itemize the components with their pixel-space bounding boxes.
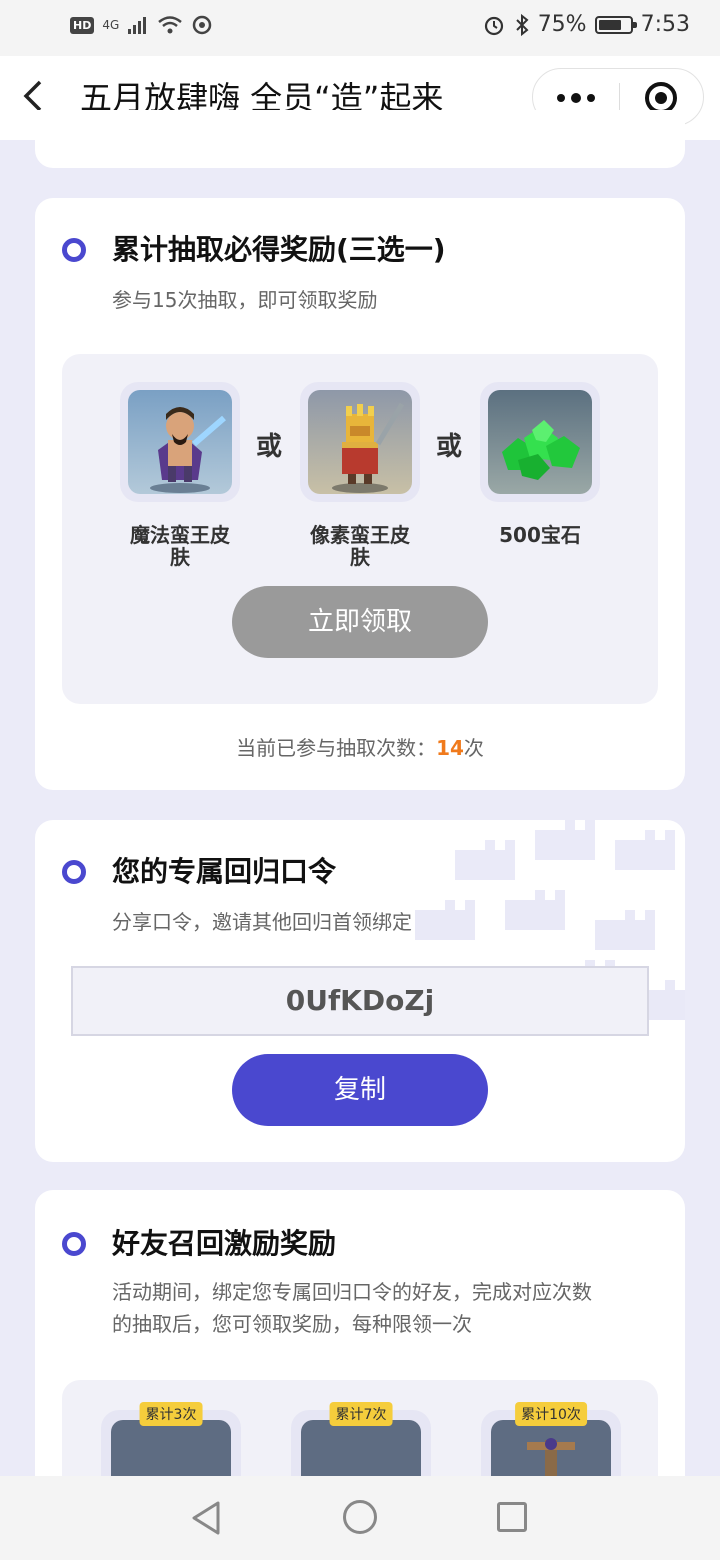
hd-icon: HD — [70, 16, 95, 34]
previous-card-bottom — [35, 110, 685, 168]
wifi-icon — [158, 16, 183, 34]
reward-label: 500宝石 — [499, 523, 581, 547]
battery-icon — [594, 15, 637, 34]
section-title: 累计抽取必得奖励(三选一) — [112, 233, 446, 266]
section-title: 您的专属回归口令 — [112, 855, 337, 888]
or-separator: 或 — [256, 432, 283, 462]
cumulative-draw-card: 累计抽取必得奖励(三选一) 参与15次抽取，即可领取奖励 魔法蛮王皮 肤 或 像… — [35, 198, 685, 790]
sync-icon — [193, 15, 212, 35]
reward-image-frame — [480, 382, 600, 502]
draw-count-value: 14 — [436, 736, 464, 760]
section-dot-icon — [62, 1232, 86, 1256]
return-code-field[interactable]: 0UfKDoZj — [71, 966, 649, 1036]
tier-tag: 累计7次 — [329, 1402, 393, 1426]
section-dot-icon — [62, 238, 86, 262]
tier-tag: 累计3次 — [139, 1402, 203, 1426]
claim-button[interactable]: 立即领取 — [232, 586, 488, 658]
reward-image-frame — [300, 382, 420, 502]
draw-count-suffix: 次 — [463, 736, 484, 760]
reward-panel: 魔法蛮王皮 肤 或 像素蛮王皮 肤 或 500宝石 立即领取 — [62, 354, 658, 704]
section-subtitle: 分享口令，邀请其他回归首领绑定 — [112, 910, 412, 934]
bluetooth-icon — [515, 13, 529, 36]
alarm-icon — [484, 16, 503, 35]
status-right: 75% 7:53 — [482, 12, 690, 37]
reward-option-pixel-king[interactable]: 像素蛮王皮 肤 — [300, 382, 420, 568]
return-code-card: 您的专属回归口令 分享口令，邀请其他回归首领绑定 0UfKDoZj 复制 — [35, 820, 685, 1162]
reward-label: 像素蛮王皮 肤 — [310, 523, 410, 569]
reward-option-gems[interactable]: 500宝石 — [480, 382, 600, 546]
nav-home-icon[interactable] — [343, 1500, 377, 1534]
battery-percent: 75% — [537, 12, 587, 37]
reward-label: 魔法蛮王皮 肤 — [130, 523, 230, 569]
gems-image — [488, 390, 592, 494]
clock-time: 7:53 — [640, 12, 690, 37]
draw-count-prefix: 当前已参与抽取次数： — [236, 736, 437, 760]
section-description-line2: 的抽取后，您可领取奖励，每种限领一次 — [112, 1312, 472, 1336]
reward-image-frame — [120, 382, 240, 502]
pixel-king-skin-image — [308, 390, 412, 494]
or-separator: 或 — [436, 432, 463, 462]
section-subtitle: 参与15次抽取，即可领取奖励 — [112, 288, 378, 312]
draw-count-line: 当前已参与抽取次数：14次 — [35, 732, 685, 761]
section-dot-icon — [62, 860, 86, 884]
signal-icon — [128, 17, 147, 34]
nav-recent-apps-icon[interactable] — [497, 1502, 527, 1532]
magic-king-skin-image — [128, 390, 232, 494]
status-left: HD 4G — [70, 14, 213, 36]
system-navigation-bar — [0, 1476, 720, 1560]
network-label: 4G — [102, 18, 120, 32]
status-bar: HD 4G 75% 7:53 — [0, 0, 720, 56]
section-title: 好友召回激励奖励 — [112, 1227, 337, 1260]
nav-back-icon[interactable] — [190, 1500, 224, 1536]
reward-option-magic-king[interactable]: 魔法蛮王皮 肤 — [120, 382, 240, 568]
capsule-divider — [619, 83, 620, 113]
tier-tag: 累计10次 — [515, 1402, 587, 1426]
section-description-line1: 活动期间，绑定您专属回归口令的好友，完成对应次数 — [112, 1280, 592, 1304]
copy-button[interactable]: 复制 — [232, 1054, 488, 1126]
